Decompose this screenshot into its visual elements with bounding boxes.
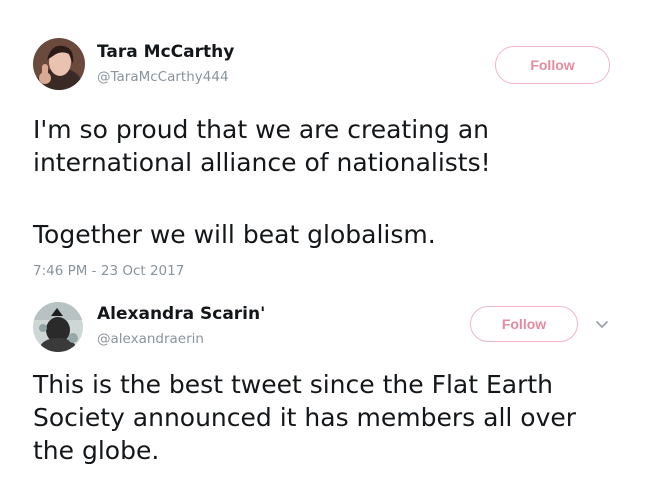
chevron-down-icon[interactable]: [594, 315, 610, 328]
reply-author-avatar[interactable]: [33, 302, 83, 352]
reply-text: This is the best tweet since the Flat Ea…: [33, 370, 577, 465]
tweet-text-line-group-1: I'm so proud that we are creating an int…: [33, 115, 491, 177]
main-tweet: Tara McCarthy @TaraMcCarthy444 Follow I'…: [0, 0, 646, 285]
author-name[interactable]: Tara McCarthy: [97, 42, 234, 62]
reply-tweet: Alexandra Scarin' @alexandraerin Follow …: [0, 285, 646, 503]
reply-author-handle[interactable]: @alexandraerin: [97, 331, 204, 347]
author-handle[interactable]: @TaraMcCarthy444: [97, 69, 229, 85]
reply-author-name[interactable]: Alexandra Scarin': [97, 304, 265, 324]
tweet-text-line-group-2: Together we will beat globalism.: [33, 220, 436, 249]
follow-button[interactable]: Follow: [495, 46, 610, 84]
tweet-timestamp[interactable]: 7:46 PM - 23 Oct 2017: [33, 263, 184, 279]
author-avatar[interactable]: [33, 38, 85, 90]
reply-follow-button[interactable]: Follow: [470, 306, 578, 342]
